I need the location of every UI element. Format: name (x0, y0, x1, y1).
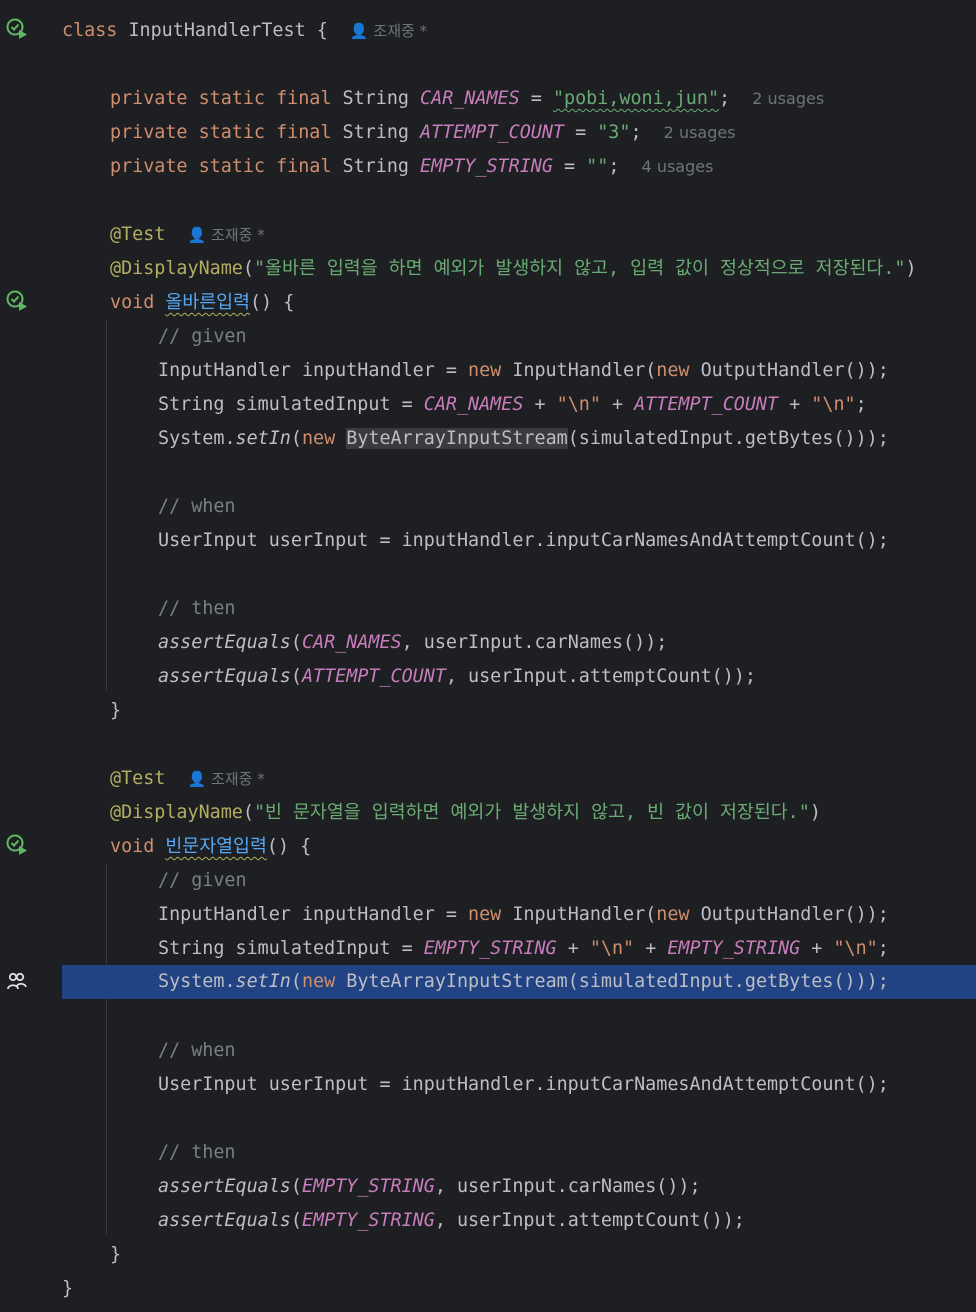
code-line[interactable]: UserInput userInput = inputHandler.input… (62, 524, 976, 558)
class-name: InputHandlerTest (128, 20, 306, 41)
usages-hint[interactable]: 2 usages (664, 123, 736, 142)
person-icon: 👤 (187, 226, 207, 244)
code-line[interactable]: System.setIn(new ByteArrayInputStream(si… (62, 422, 976, 456)
code-line[interactable]: assertEquals(ATTEMPT_COUNT, userInput.at… (62, 660, 976, 694)
method-name: 빈문자열입력 (165, 836, 267, 857)
usages-hint[interactable]: 4 usages (642, 157, 714, 176)
code-line[interactable]: String simulatedInput = EMPTY_STRING + "… (62, 932, 976, 966)
field-declaration[interactable]: private static final String CAR_NAMES = … (62, 82, 976, 116)
code-line[interactable]: assertEquals(CAR_NAMES, userInput.carNam… (62, 626, 976, 660)
code-line[interactable]: class InputHandlerTest { 👤 조재중 * (62, 14, 976, 48)
code-line[interactable]: // then (62, 1136, 976, 1170)
code-line[interactable]: // when (62, 490, 976, 524)
code-line[interactable]: assertEquals(EMPTY_STRING, userInput.car… (62, 1170, 976, 1204)
code-line[interactable]: assertEquals(EMPTY_STRING, userInput.att… (62, 1204, 976, 1238)
code-editor[interactable]: class InputHandlerTest { 👤 조재중 * private… (0, 0, 976, 1312)
author-hint: 👤 조재중 * (187, 770, 265, 788)
usages-hint[interactable]: 2 usages (752, 89, 824, 108)
run-test-icon[interactable] (5, 833, 29, 857)
code-line[interactable]: // given (62, 320, 976, 354)
author-hint: 👤 조재중 * (187, 226, 265, 244)
person-icon: 👤 (187, 770, 207, 788)
person-icon: 👤 (349, 22, 369, 40)
code-line[interactable]: } (62, 694, 976, 728)
selected-code-line[interactable]: System.setIn(new ByteArrayInputStream(si… (62, 965, 976, 999)
code-line[interactable]: @Test 👤 조재중 * (62, 762, 976, 796)
code-line[interactable]: InputHandler inputHandler = new InputHan… (62, 354, 976, 388)
run-test-icon[interactable] (5, 17, 29, 41)
method-declaration[interactable]: void 빈문자열입력() { (62, 830, 976, 864)
author-hint: 👤 조재중 * (349, 22, 428, 40)
code-line[interactable]: String simulatedInput = CAR_NAMES + "\n"… (62, 388, 976, 422)
code-line[interactable]: @DisplayName("빈 문자열을 입력하면 예외가 발생하지 않고, 빈… (62, 796, 976, 830)
code-line[interactable]: // when (62, 1034, 976, 1068)
code-line[interactable]: UserInput userInput = inputHandler.input… (62, 1068, 976, 1102)
code-line[interactable]: } (62, 1272, 976, 1306)
field-declaration[interactable]: private static final String ATTEMPT_COUN… (62, 116, 976, 150)
method-declaration[interactable]: void 올바른입력() { (62, 286, 976, 320)
debug-icon[interactable] (5, 969, 29, 993)
code-line[interactable]: // given (62, 864, 976, 898)
field-declaration[interactable]: private static final String EMPTY_STRING… (62, 150, 976, 184)
run-test-icon[interactable] (5, 289, 29, 313)
code-line[interactable]: InputHandler inputHandler = new InputHan… (62, 898, 976, 932)
method-name: 올바른입력 (165, 292, 250, 313)
code-line[interactable]: } (62, 1238, 976, 1272)
code-line[interactable]: // then (62, 592, 976, 626)
gutter[interactable] (0, 0, 52, 1312)
code-line[interactable]: @DisplayName("올바른 입력을 하면 예외가 발생하지 않고, 입력… (62, 252, 976, 286)
code-line[interactable]: @Test 👤 조재중 * (62, 218, 976, 252)
